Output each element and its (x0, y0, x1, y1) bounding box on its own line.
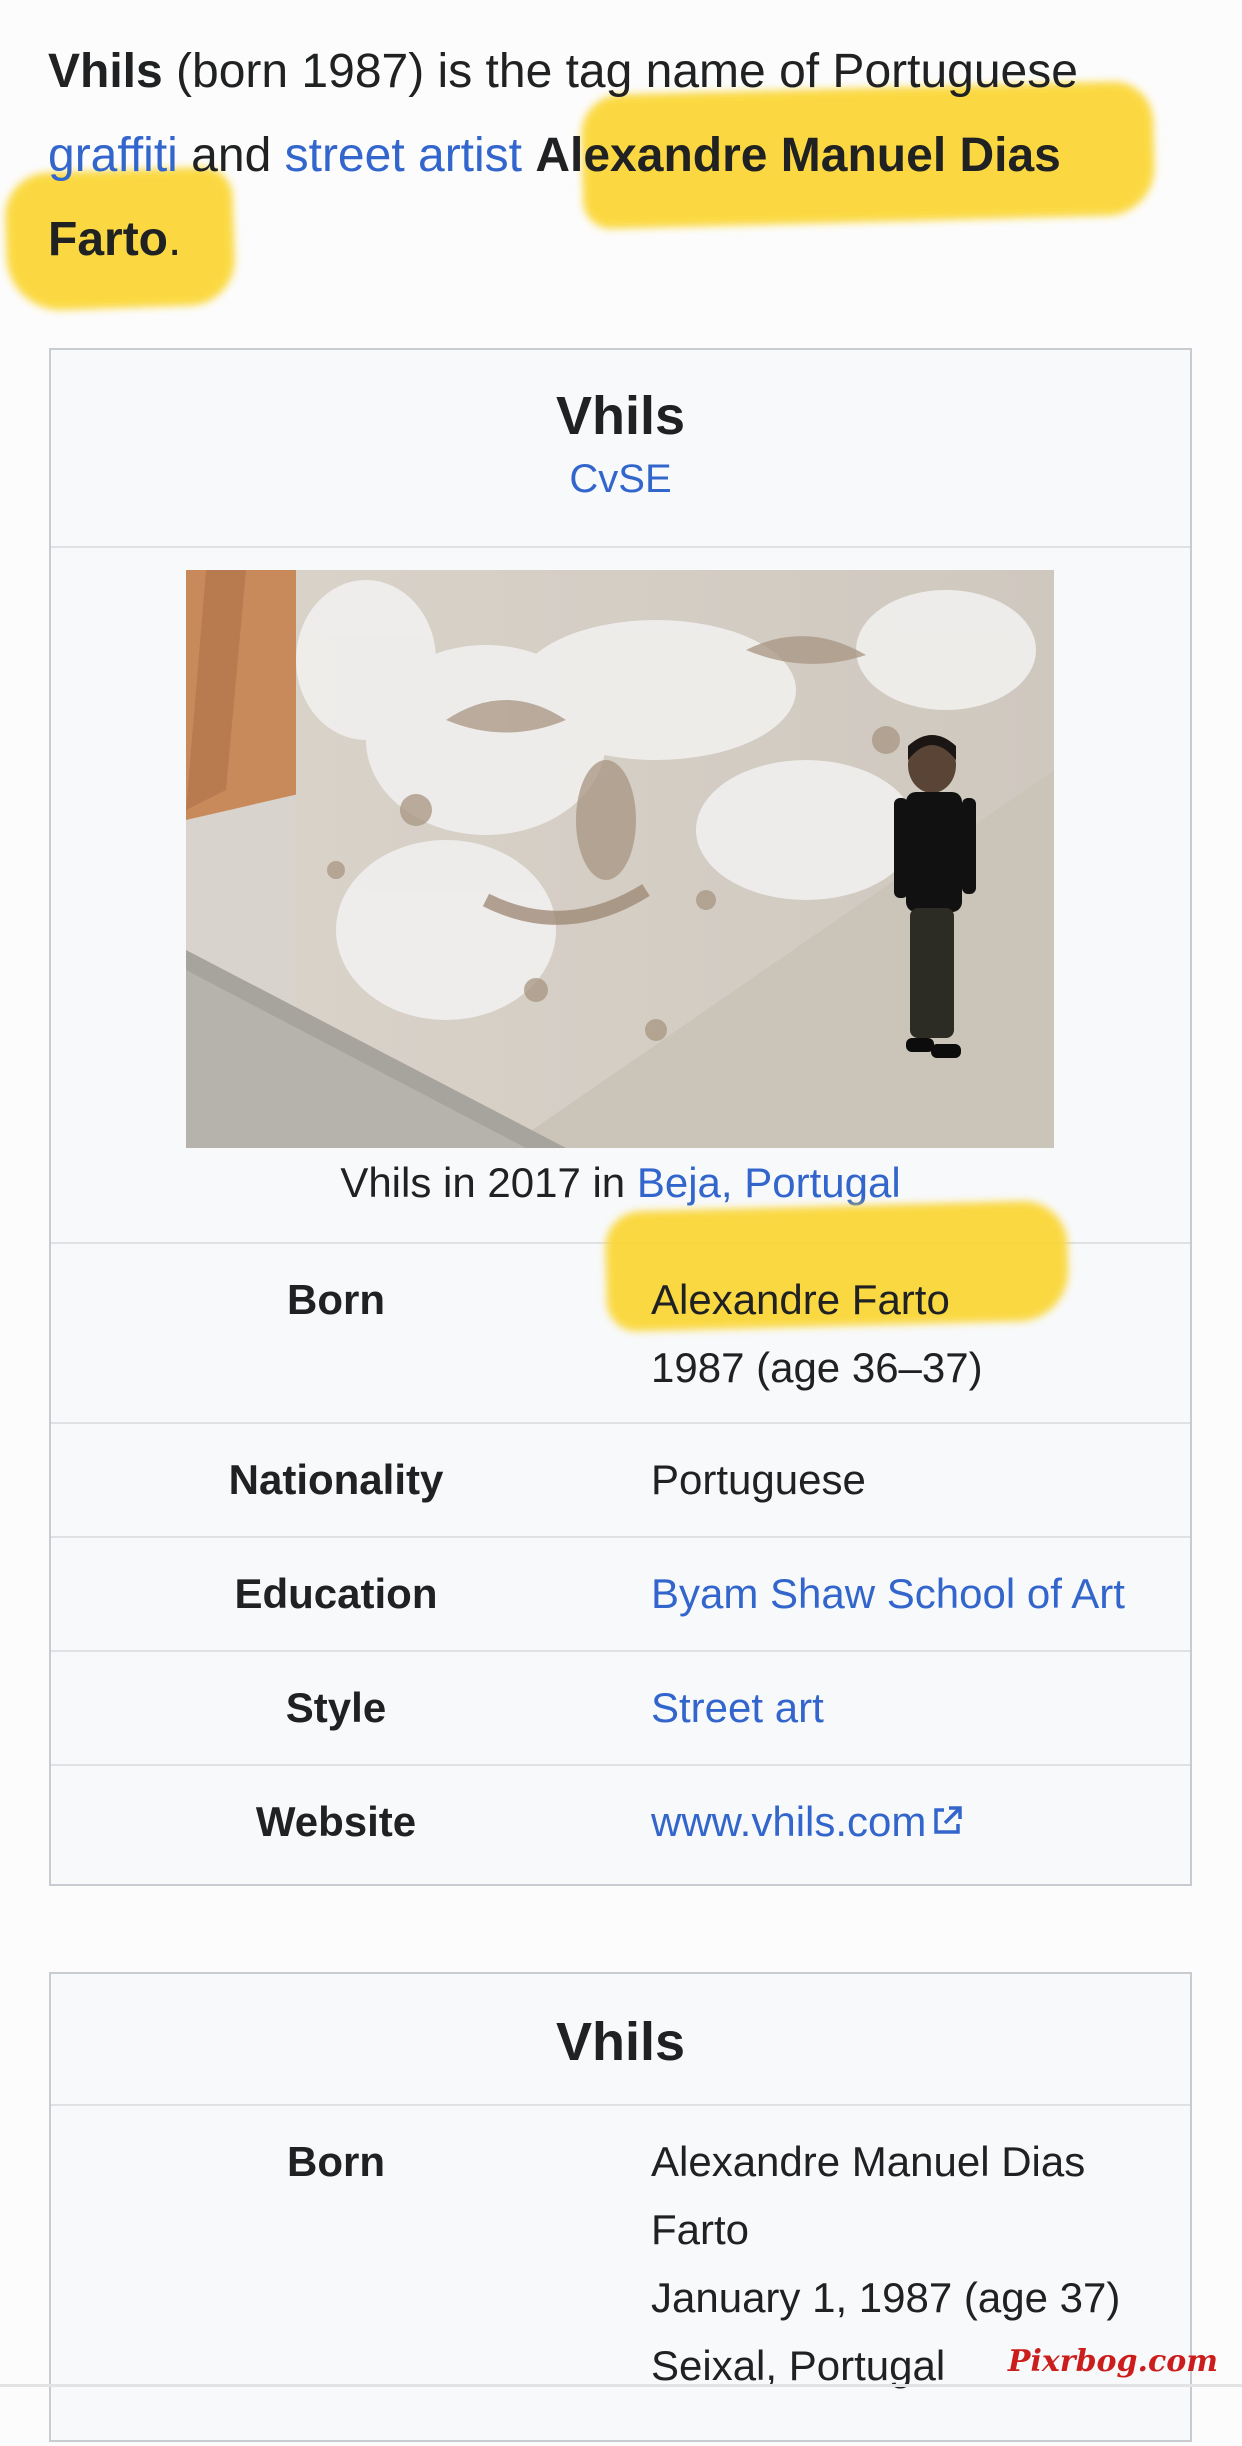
style-link[interactable]: Street art (651, 1684, 824, 1731)
row-label-website: Website (255, 1798, 417, 1845)
intro-text-4: . (168, 213, 182, 266)
row-label-style: Style (285, 1684, 387, 1731)
infobox-row-education: Education Byam Shaw School of Art (51, 1538, 1190, 1652)
infobox-subtitle-link[interactable]: CvSE (569, 457, 671, 501)
intro-text-3 (522, 129, 535, 182)
education-link[interactable]: Byam Shaw School of Art (651, 1570, 1125, 1617)
infobox-row-nationality: Nationality Portuguese (51, 1424, 1190, 1538)
infobox-title: Vhils (555, 386, 686, 446)
intro-subject: Vhils (48, 45, 163, 98)
website-link-text: www.vhils.com (651, 1798, 927, 1845)
infobox2-header: Vhils (51, 1974, 1190, 2106)
infobox-row-website: Website www.vhils.com (51, 1766, 1190, 1878)
graffiti-link[interactable]: graffiti (48, 129, 178, 182)
row-value-born: Alexandre Farto 1987 (age 36–37) (651, 1266, 1180, 1402)
row-label-education: Education (234, 1570, 438, 1617)
infobox2-label-born: Born (287, 2138, 385, 2185)
caption-text: Vhils in 2017 in (340, 1159, 637, 1206)
website-link[interactable]: www.vhils.com (651, 1798, 964, 1845)
infobox2-title: Vhils (555, 2012, 686, 2072)
intro-paragraph: Vhils (born 1987) is the tag name of Por… (48, 30, 1198, 282)
artist-photo[interactable] (186, 570, 1054, 1148)
born-year: 1987 (age 36–37) (651, 1344, 983, 1391)
external-link-icon (934, 1806, 963, 1834)
intro-text-1: (born 1987) is the tag name of Portugues… (162, 45, 1078, 98)
born-name: Alexandre Farto (651, 1276, 950, 1323)
born-fullname-line2: Farto (651, 2206, 750, 2253)
infobox-image-cell: Vhils in 2017 in Beja, Portugal (51, 548, 1190, 1244)
born-fullname-line1: Alexandre Manuel Dias (651, 2138, 1086, 2185)
infobox2-row-born: Born Alexandre Manuel Dias Farto January… (51, 2106, 1190, 2446)
street-artist-link[interactable]: street artist (285, 129, 522, 182)
beja-portugal-link[interactable]: Beja, Portugal (637, 1159, 901, 1206)
row-label-nationality: Nationality (228, 1456, 444, 1503)
row-value-nationality: Portuguese (651, 1456, 866, 1503)
infobox-header: Vhils CvSE (51, 350, 1190, 548)
infobox-row-style: Style Street art (51, 1652, 1190, 1766)
row-label-born: Born (287, 1276, 385, 1323)
watermark: Pixrbog.com (1007, 2344, 1218, 2379)
born-date: January 1, 1987 (age 37) (651, 2274, 1121, 2321)
intro-text-2: and (177, 129, 285, 182)
infobox-main: Vhils CvSE Vhils in 2017 in Beja, Portug… (49, 348, 1192, 1886)
